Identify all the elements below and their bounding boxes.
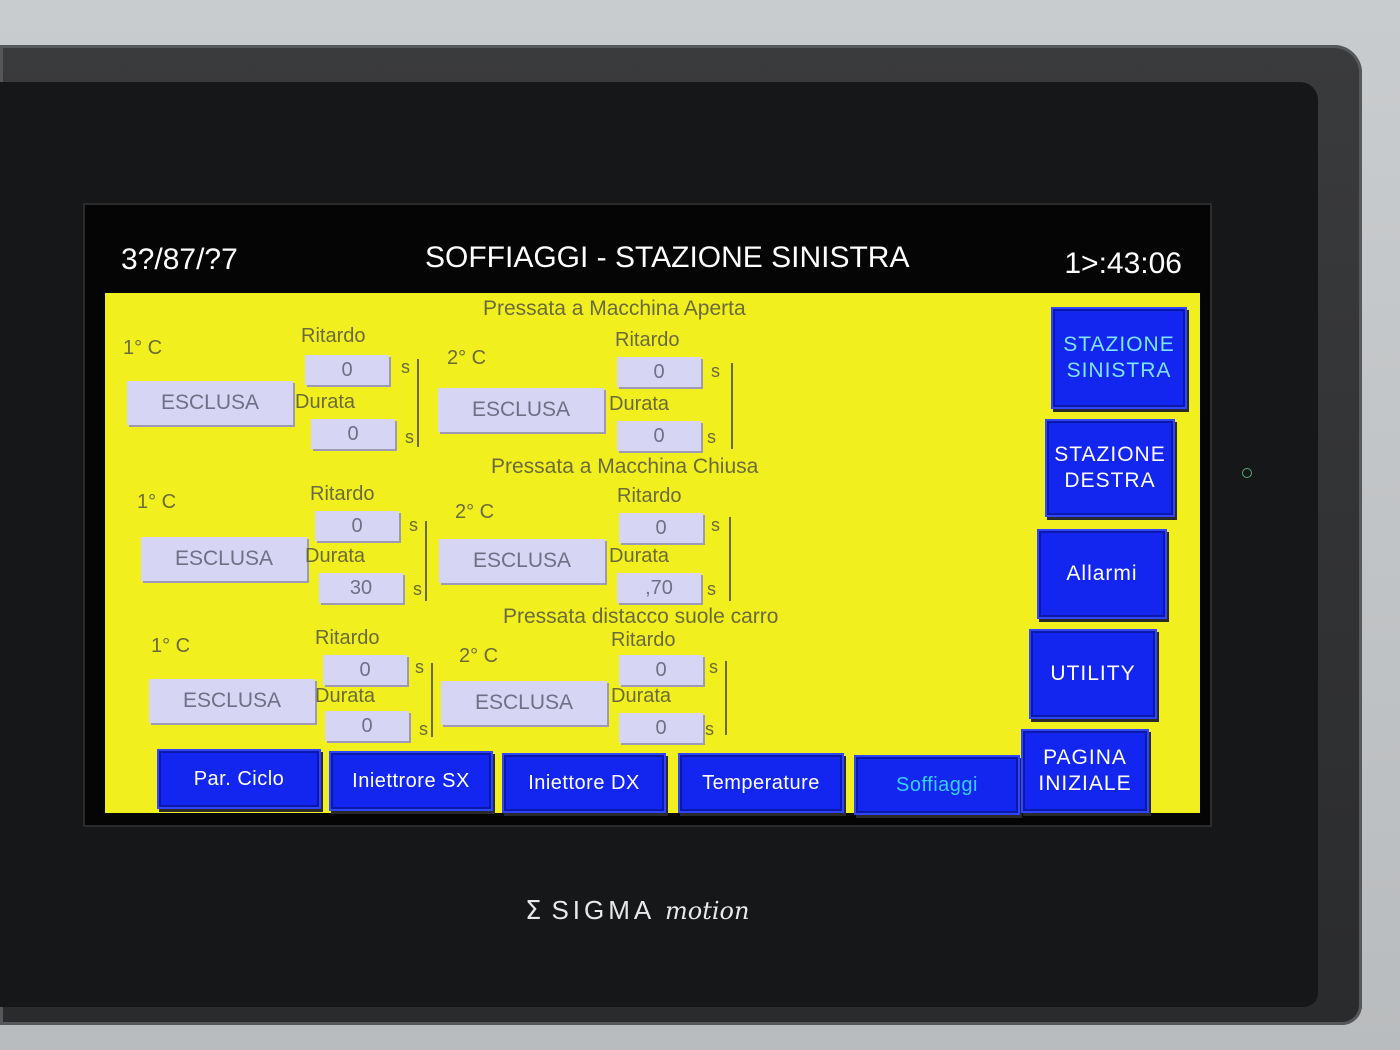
unit-label: s bbox=[405, 427, 414, 447]
date-display: 3?/87/?7 bbox=[121, 243, 238, 276]
divider bbox=[729, 517, 731, 601]
unit-label: s bbox=[413, 579, 422, 599]
ritardo-label: Ritardo bbox=[611, 629, 676, 651]
divider bbox=[431, 663, 433, 737]
divider bbox=[417, 359, 419, 447]
clock-display: 1>:43:06 bbox=[1064, 247, 1182, 280]
nav-iniettore-sx-button[interactable]: Iniettrore SX bbox=[329, 751, 493, 811]
divider bbox=[725, 661, 727, 735]
ritardo-field[interactable]: 0 bbox=[619, 513, 703, 543]
settings-panel: Pressata a Macchina Aperta 1° C Ritardo … bbox=[105, 293, 1200, 815]
unit-label: s bbox=[409, 515, 418, 535]
nav-iniettore-dx-button[interactable]: Iniettore DX bbox=[502, 753, 666, 813]
durata-field[interactable]: 0 bbox=[619, 713, 703, 743]
unit-label: s bbox=[419, 719, 428, 739]
status-led-icon bbox=[1242, 468, 1252, 478]
side-utility-button[interactable]: UTILITY bbox=[1029, 629, 1157, 719]
durata-label: Durata bbox=[609, 393, 670, 415]
ritardo-field[interactable]: 0 bbox=[323, 655, 407, 685]
unit-label: s bbox=[401, 357, 410, 377]
divider bbox=[425, 521, 427, 601]
hmi-screen: 3?/87/?7 SOFFIAGGI - STAZIONE SINISTRA 1… bbox=[85, 205, 1210, 825]
side-stazione-destra-button[interactable]: STAZIONE DESTRA bbox=[1045, 419, 1175, 517]
unit-label: s bbox=[711, 361, 720, 381]
state-toggle-button[interactable]: ESCLUSA bbox=[141, 537, 307, 581]
ritardo-label: Ritardo bbox=[617, 485, 682, 507]
section-title-chiusa: Pressata a Macchina Chiusa bbox=[491, 455, 759, 478]
state-toggle-button[interactable]: ESCLUSA bbox=[149, 679, 315, 723]
unit-label: s bbox=[705, 719, 714, 739]
channel-label: 2° C bbox=[447, 347, 487, 369]
state-toggle-button[interactable]: ESCLUSA bbox=[127, 381, 293, 425]
state-toggle-button[interactable]: ESCLUSA bbox=[441, 681, 607, 725]
side-allarmi-button[interactable]: Allarmi bbox=[1037, 529, 1167, 619]
ritardo-label: Ritardo bbox=[615, 329, 680, 351]
unit-label: s bbox=[707, 427, 716, 447]
channel-label: 2° C bbox=[459, 645, 499, 667]
title-bar: 3?/87/?7 SOFFIAGGI - STAZIONE SINISTRA 1… bbox=[85, 205, 1210, 293]
durata-field[interactable]: 0 bbox=[617, 421, 701, 451]
ritardo-label: Ritardo bbox=[315, 627, 380, 649]
section-title-aperta: Pressata a Macchina Aperta bbox=[483, 297, 746, 320]
side-stazione-sinistra-button[interactable]: STAZIONE SINISTRA bbox=[1051, 307, 1187, 409]
channel-label: 1° C bbox=[123, 337, 163, 359]
brand-suffix: motion bbox=[665, 897, 750, 925]
unit-label: s bbox=[707, 579, 716, 599]
ritardo-field[interactable]: 0 bbox=[619, 655, 703, 685]
brand-name: SIGMA bbox=[551, 895, 654, 925]
ritardo-field[interactable]: 0 bbox=[305, 355, 389, 385]
channel-label: 2° C bbox=[455, 501, 495, 523]
durata-field[interactable]: 0 bbox=[325, 711, 409, 741]
ritardo-field[interactable]: 0 bbox=[315, 511, 399, 541]
unit-label: s bbox=[709, 657, 718, 677]
channel-label: 1° C bbox=[151, 635, 191, 657]
durata-field[interactable]: 0 bbox=[311, 419, 395, 449]
divider bbox=[731, 363, 733, 449]
channel-label: 1° C bbox=[137, 491, 177, 513]
unit-label: s bbox=[711, 515, 720, 535]
nav-temperature-button[interactable]: Temperature bbox=[678, 753, 844, 813]
durata-label: Durata bbox=[611, 685, 672, 707]
state-toggle-button[interactable]: ESCLUSA bbox=[439, 539, 605, 583]
sigma-logo-icon: Σ bbox=[525, 896, 546, 926]
nav-par-ciclo-button[interactable]: Par. Ciclo bbox=[157, 749, 321, 809]
durata-label: Durata bbox=[609, 545, 670, 567]
durata-field[interactable]: 30 bbox=[319, 573, 403, 603]
side-pagina-iniziale-button[interactable]: PAGINA INIZIALE bbox=[1021, 729, 1149, 813]
unit-label: s bbox=[415, 657, 424, 677]
ritardo-label: Ritardo bbox=[310, 483, 375, 505]
section-title-distacco: Pressata distacco suole carro bbox=[503, 605, 779, 628]
durata-label: Durata bbox=[295, 391, 356, 413]
page-title: SOFFIAGGI - STAZIONE SINISTRA bbox=[425, 241, 910, 274]
state-toggle-button[interactable]: ESCLUSA bbox=[438, 388, 604, 432]
durata-label: Durata bbox=[315, 685, 376, 707]
ritardo-field[interactable]: 0 bbox=[617, 357, 701, 387]
nav-soffiaggi-button[interactable]: Soffiaggi bbox=[854, 755, 1020, 815]
brand-logo: Σ SIGMA motion bbox=[525, 895, 749, 926]
ritardo-label: Ritardo bbox=[301, 325, 366, 347]
durata-label: Durata bbox=[305, 545, 366, 567]
durata-field[interactable]: ,70 bbox=[617, 573, 701, 603]
